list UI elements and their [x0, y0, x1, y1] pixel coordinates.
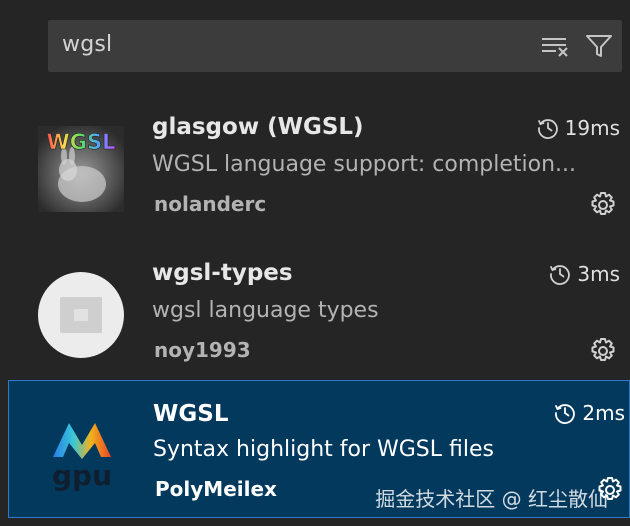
history-icon	[555, 404, 576, 424]
svg-text:gpu: gpu	[52, 459, 112, 492]
svg-text:WGSL: WGSL	[47, 130, 116, 154]
activation-time: 2ms	[553, 401, 625, 425]
activation-time-value: 3ms	[577, 262, 620, 286]
extension-description: WGSL language support: completion...	[152, 152, 577, 177]
activation-time-value: 2ms	[582, 401, 625, 425]
history-icon	[537, 119, 558, 139]
search-input[interactable]: wgsl	[62, 32, 112, 57]
activation-time: 19ms	[536, 116, 620, 140]
watermark-text: 掘金技术社区 @ 红尘散仙	[375, 487, 608, 511]
extension-publisher[interactable]: nolanderc	[154, 192, 266, 216]
extension-description: wgsl language types	[152, 298, 379, 323]
extension-item-glasgow[interactable]: WGSL glasgow (WGSL) WGSL language suppor…	[0, 90, 630, 228]
extension-publisher[interactable]: noy1993	[154, 338, 251, 362]
activation-time: 3ms	[548, 262, 620, 286]
extension-name: WGSL	[153, 401, 229, 427]
extension-item-wgsl-types[interactable]: wgsl-types wgsl language types noy1993 3…	[0, 236, 630, 374]
search-box[interactable]: wgsl	[48, 20, 622, 72]
history-icon	[550, 265, 571, 285]
manage-gear-icon[interactable]	[588, 336, 618, 366]
clear-filter-icon[interactable]	[540, 32, 570, 60]
gpu-logo-icon: gpu	[39, 409, 125, 495]
manage-gear-icon[interactable]	[588, 190, 618, 220]
extension-name: wgsl-types	[152, 260, 293, 286]
activation-time-value: 19ms	[564, 116, 620, 140]
glasgow-logo-icon: WGSL	[38, 126, 124, 212]
filter-icon[interactable]	[584, 32, 614, 60]
extension-description: Syntax highlight for WGSL files	[153, 437, 494, 462]
extension-name: glasgow (WGSL)	[152, 114, 364, 140]
extension-publisher[interactable]: PolyMeilex	[155, 477, 277, 501]
default-extension-icon	[38, 272, 124, 358]
